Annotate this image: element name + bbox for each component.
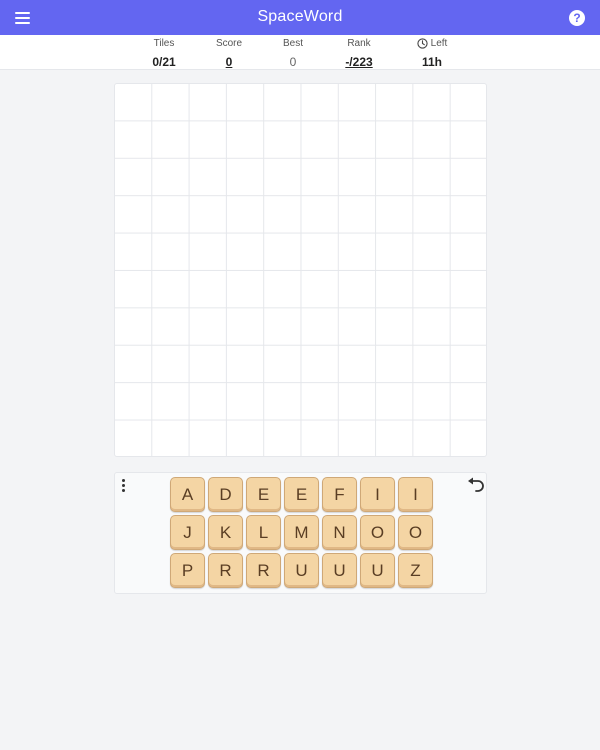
- stat-tiles-label: Tiles: [153, 38, 175, 49]
- stats-bar: Tiles 0/21 Score 0 Best 0 Rank -/223 Lef…: [0, 35, 600, 70]
- letter-tile[interactable]: D: [208, 477, 243, 512]
- letter-tile[interactable]: J: [170, 515, 205, 550]
- letter-tile[interactable]: E: [284, 477, 319, 512]
- letter-tile[interactable]: Z: [398, 553, 433, 588]
- letter-tile[interactable]: U: [360, 553, 395, 588]
- undo-icon[interactable]: [467, 477, 485, 493]
- letter-tile[interactable]: I: [360, 477, 395, 512]
- letter-tile[interactable]: U: [284, 553, 319, 588]
- stat-best-label: Best: [282, 38, 303, 49]
- app-header: SpaceWord ?: [0, 0, 600, 35]
- stat-left-label: Left: [430, 38, 448, 49]
- letter-tile[interactable]: R: [246, 553, 281, 588]
- letter-tile[interactable]: A: [170, 477, 205, 512]
- stat-rank-label: Rank: [347, 38, 371, 49]
- stat-tiles: Tiles 0/21: [129, 37, 199, 69]
- stat-left-value: 11h: [421, 55, 442, 69]
- letter-tile[interactable]: I: [398, 477, 433, 512]
- stat-score-value[interactable]: 0: [194, 55, 264, 69]
- stat-tiles-value: 0/21: [152, 55, 176, 69]
- stat-left: Left 11h: [397, 37, 467, 69]
- stat-best-value: 0: [289, 55, 297, 69]
- letter-tile[interactable]: R: [208, 553, 243, 588]
- stat-rank: Rank -/223: [324, 37, 394, 69]
- letter-tile[interactable]: E: [246, 477, 281, 512]
- letter-tile[interactable]: M: [284, 515, 319, 550]
- letter-tile[interactable]: K: [208, 515, 243, 550]
- clock-icon: [417, 38, 428, 49]
- app-title: SpaceWord: [257, 8, 343, 25]
- stat-rank-value[interactable]: -/223: [324, 55, 394, 69]
- letter-tile[interactable]: F: [322, 477, 357, 512]
- letter-tile[interactable]: O: [398, 515, 433, 550]
- stat-score-label: Score: [215, 38, 243, 49]
- help-circle-icon[interactable]: ?: [569, 10, 585, 26]
- letter-tile[interactable]: O: [360, 515, 395, 550]
- letter-tile[interactable]: L: [246, 515, 281, 550]
- letter-tile[interactable]: U: [322, 553, 357, 588]
- stat-best: Best 0: [258, 37, 328, 69]
- game-board[interactable]: [114, 83, 487, 457]
- vertical-dots-icon[interactable]: [121, 479, 127, 493]
- letter-tile[interactable]: P: [170, 553, 205, 588]
- letter-tile[interactable]: N: [322, 515, 357, 550]
- stat-score: Score 0: [194, 37, 264, 69]
